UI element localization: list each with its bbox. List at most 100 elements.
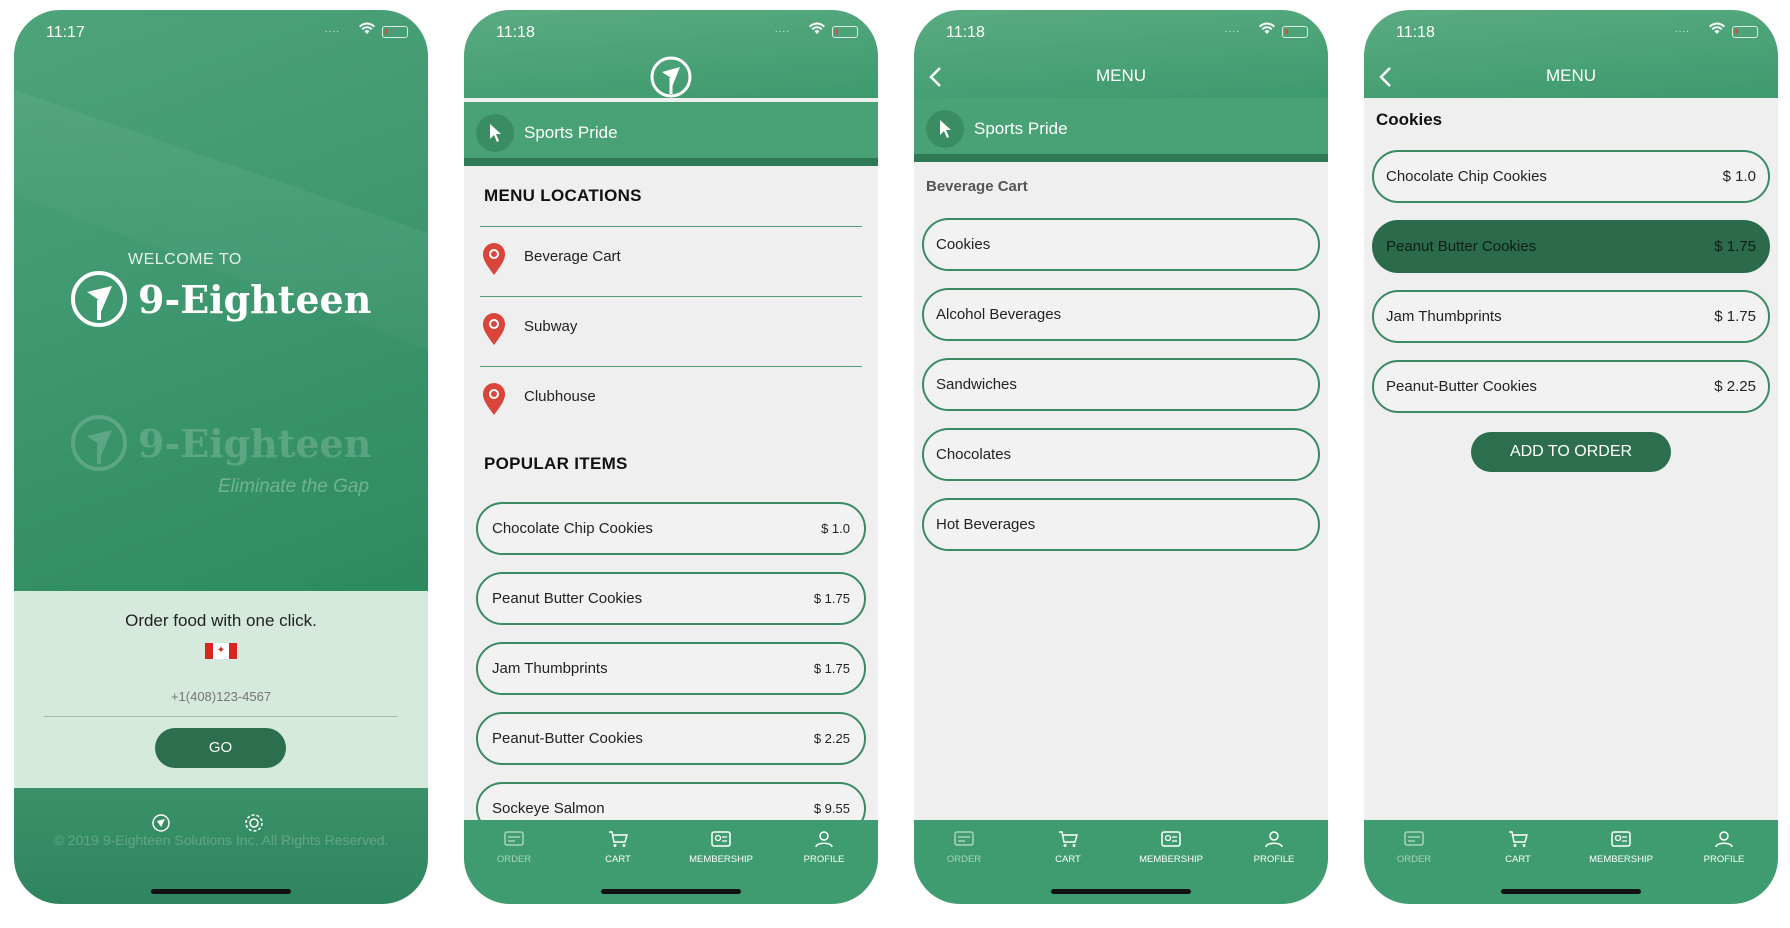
- popular-item[interactable]: Peanut Butter Cookies $ 1.75: [476, 572, 866, 625]
- welcome-text: WELCOME TO: [128, 251, 242, 268]
- location-row[interactable]: Subway: [480, 296, 862, 358]
- tab-label: PROFILE: [1253, 854, 1295, 865]
- tab-label: CART: [605, 854, 631, 865]
- watermark-logo: 9-Eighteen: [70, 414, 371, 472]
- home-indicator[interactable]: [601, 889, 741, 894]
- venue-name: Sports Pride: [524, 123, 618, 142]
- battery-low-icon: [1282, 26, 1308, 38]
- tab-cart[interactable]: CART: [1468, 830, 1568, 865]
- item-price: $ 2.25: [1714, 378, 1756, 395]
- popular-item[interactable]: Chocolate Chip Cookies $ 1.0: [476, 502, 866, 555]
- item-price: $ 1.75: [1714, 238, 1756, 255]
- membership-card-icon: [711, 831, 731, 847]
- home-screen: 11:18 .... Sports Pride MENU LOCATIONS B…: [464, 10, 878, 904]
- popular-items-title: POPULAR ITEMS: [484, 454, 628, 473]
- menu-item[interactable]: Jam Thumbprints $ 1.75: [1372, 290, 1770, 343]
- home-indicator[interactable]: [1501, 889, 1641, 894]
- tab-label: MEMBERSHIP: [689, 854, 753, 865]
- canada-flag-icon[interactable]: ✦: [205, 643, 237, 659]
- tab-label: CART: [1505, 854, 1531, 865]
- location-name: Beverage Cart: [524, 248, 621, 265]
- venue-bar[interactable]: Sports Pride: [464, 102, 878, 166]
- menu-items-screen: 11:18 .... MENU Cookies Chocolate Chip C…: [1364, 10, 1778, 904]
- tab-label: ORDER: [946, 854, 982, 865]
- add-to-order-button[interactable]: ADD TO ORDER: [1471, 432, 1671, 472]
- venue-bar[interactable]: Sports Pride: [914, 98, 1328, 162]
- tab-order[interactable]: ORDER: [464, 830, 564, 865]
- tab-membership[interactable]: MEMBERSHIP: [1121, 830, 1221, 865]
- tab-profile[interactable]: PROFILE: [1224, 830, 1324, 865]
- status-bar: 11:18 ....: [914, 10, 1328, 54]
- location-row[interactable]: Beverage Cart: [480, 226, 862, 288]
- category-button[interactable]: Hot Beverages: [922, 498, 1320, 551]
- category-button[interactable]: Alcohol Beverages: [922, 288, 1320, 341]
- status-time: 11:18: [1396, 24, 1435, 41]
- category-name: Sandwiches: [936, 376, 1017, 393]
- tab-order[interactable]: ORDER: [914, 830, 1014, 865]
- item-name: Chocolate Chip Cookies: [1386, 168, 1547, 185]
- profile-icon: [815, 831, 833, 848]
- cart-icon: [609, 831, 628, 847]
- tab-membership[interactable]: MEMBERSHIP: [671, 830, 771, 865]
- tab-label: MEMBERSHIP: [1139, 854, 1203, 865]
- profile-icon: [1265, 831, 1283, 848]
- category-name: Hot Beverages: [936, 516, 1036, 533]
- status-time: 11:18: [946, 24, 985, 41]
- membership-card-icon: [1161, 831, 1181, 847]
- order-icon: [954, 831, 974, 846]
- tab-profile[interactable]: PROFILE: [1674, 830, 1774, 865]
- location-name: Subway: [524, 318, 578, 335]
- battery-low-icon: [832, 26, 858, 38]
- menu-categories-screen: 11:18 .... MENU Sports Pride Beverage Ca…: [914, 10, 1328, 904]
- venue-shadow: [914, 154, 1328, 162]
- tab-membership[interactable]: MEMBERSHIP: [1571, 830, 1671, 865]
- battery-low-icon: [1732, 26, 1758, 38]
- tab-cart[interactable]: CART: [1018, 830, 1118, 865]
- menu-item-selected[interactable]: Peanut Butter Cookies $ 1.75: [1372, 220, 1770, 273]
- signal-icon: ....: [324, 24, 340, 35]
- category-name: Alcohol Beverages: [936, 306, 1062, 323]
- tab-cart[interactable]: CART: [568, 830, 668, 865]
- home-indicator[interactable]: [1051, 889, 1191, 894]
- item-price: $ 1.75: [1714, 308, 1756, 325]
- order-icon: [504, 831, 524, 846]
- tab-label: PROFILE: [1703, 854, 1745, 865]
- tab-label: MEMBERSHIP: [1589, 854, 1653, 865]
- nine-eighteen-tab-icon[interactable]: [151, 813, 171, 833]
- venue-avatar: [476, 114, 514, 152]
- item-name: Peanut Butter Cookies: [1386, 238, 1537, 255]
- cart-icon: [1059, 831, 1078, 847]
- cursor-icon: [490, 124, 501, 142]
- signal-icon: ....: [1674, 24, 1690, 35]
- category-button[interactable]: Chocolates: [922, 428, 1320, 481]
- copyright-text: © 2019 9-Eighteen Solutions Inc. All Rig…: [53, 832, 389, 848]
- profile-icon: [1715, 831, 1733, 848]
- phone-number-input[interactable]: [44, 677, 398, 717]
- location-row[interactable]: Clubhouse: [480, 366, 862, 428]
- item-price: $ 1.75: [813, 661, 850, 676]
- nine-eighteen-watermark-icon: [71, 415, 127, 471]
- welcome-footer: © 2019 9-Eighteen Solutions Inc. All Rig…: [14, 788, 428, 904]
- popular-item[interactable]: Peanut-Butter Cookies $ 2.25: [476, 712, 866, 765]
- signal-icon: ....: [774, 24, 790, 35]
- menu-item[interactable]: Peanut-Butter Cookies $ 2.25: [1372, 360, 1770, 413]
- battery-low-icon: [382, 26, 408, 38]
- menu-item[interactable]: Chocolate Chip Cookies $ 1.0: [1372, 150, 1770, 203]
- go-button[interactable]: GO: [155, 728, 286, 768]
- welcome-screen: 11:17 .... WELCOME TO 9-Eighteen 9-Eight…: [14, 10, 428, 904]
- tab-profile[interactable]: PROFILE: [774, 830, 874, 865]
- popular-item[interactable]: Jam Thumbprints $ 1.75: [476, 642, 866, 695]
- venue-name: Sports Pride: [974, 119, 1068, 138]
- tab-order[interactable]: ORDER: [1364, 830, 1464, 865]
- map-pin-icon: [483, 243, 505, 275]
- order-icon: [1404, 831, 1424, 846]
- gear-icon[interactable]: [244, 813, 264, 833]
- flag-red-right: [229, 643, 237, 659]
- category-button[interactable]: Cookies: [922, 218, 1320, 271]
- category-button[interactable]: Sandwiches: [922, 358, 1320, 411]
- home-indicator[interactable]: [151, 889, 291, 894]
- status-time: 11:17: [46, 24, 85, 41]
- venue-avatar: [926, 110, 964, 148]
- category-name: Cookies: [936, 236, 991, 253]
- location-title: Beverage Cart: [926, 178, 1028, 195]
